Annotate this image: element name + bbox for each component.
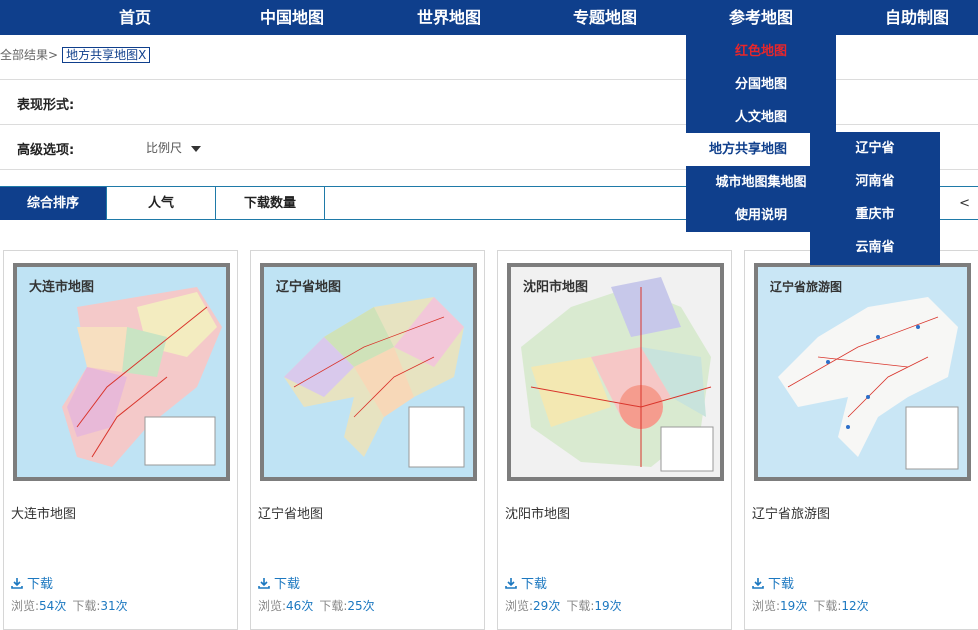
card-title[interactable]: 大连市地图 [11,503,76,522]
downloads-count: 12次 [841,599,869,613]
downloads-count: 19次 [594,599,622,613]
map-card[interactable]: 辽宁省旅游图 辽宁省旅游图 下载 浏览:19次 下载:12次 [744,250,978,630]
menu-humanities-map[interactable]: 人文地图 [686,101,836,134]
nav-china-map[interactable]: 中国地图 [232,0,352,35]
card-stats: 浏览:19次 下载:12次 [752,597,875,614]
breadcrumb-all[interactable]: 全部结果> [0,48,58,62]
download-label: 下载 [27,577,54,592]
downloads-count: 31次 [100,599,128,613]
downloads-label: 下载: [319,599,348,613]
map-image-label: 辽宁省地图 [276,279,341,295]
card-title[interactable]: 辽宁省旅游图 [752,503,830,522]
downloads-label: 下载: [813,599,842,613]
nav-world-map[interactable]: 世界地图 [389,0,509,35]
submenu-henan[interactable]: 河南省 [810,165,940,198]
download-icon [505,578,517,589]
views-count: 29次 [533,599,561,613]
download-link[interactable]: 下载 [505,573,547,592]
views-label: 浏览: [258,599,287,613]
map-image-label: 沈阳市地图 [523,279,588,295]
downloads-count: 25次 [347,599,375,613]
nav-home[interactable]: 首页 [75,0,195,35]
download-label: 下载 [768,577,795,592]
views-label: 浏览: [11,599,40,613]
map-image-label: 大连市地图 [29,279,94,295]
submenu-chongqing[interactable]: 重庆市 [810,198,940,231]
scale-label: 比例尺 [146,141,183,155]
local-shared-submenu: 辽宁省 河南省 重庆市 云南省 [810,132,940,265]
card-stats: 浏览:29次 下载:19次 [505,597,628,614]
nav-reference-map[interactable]: 参考地图 [701,0,821,35]
views-label: 浏览: [505,599,534,613]
views-count: 46次 [286,599,314,613]
map-card[interactable]: 大连市地图 大连市地图 下载 浏览:54次 下载:31次 [3,250,238,630]
menu-local-shared-map[interactable]: 地方共享地图 [686,133,810,166]
download-label: 下载 [521,577,548,592]
form-filter-label: 表现形式: [17,98,75,113]
nav-custom-map[interactable]: 自助制图 [857,0,977,35]
map-thumbnail[interactable]: 沈阳市地图 [507,263,724,481]
map-thumbnail[interactable]: 辽宁省地图 [260,263,477,481]
downloads-label: 下载: [72,599,101,613]
caret-down-icon [191,145,202,152]
submenu-yunnan[interactable]: 云南省 [810,231,940,264]
card-title[interactable]: 辽宁省地图 [258,503,323,522]
download-icon [258,578,270,589]
sort-comprehensive[interactable]: 综合排序 [0,187,107,220]
views-count: 54次 [39,599,67,613]
views-label: 浏览: [752,599,781,613]
map-thumbnail[interactable]: 辽宁省旅游图 [754,263,971,481]
menu-red-map[interactable]: 红色地图 [686,35,836,68]
card-stats: 浏览:54次 下载:31次 [11,597,134,614]
map-image-label: 辽宁省旅游图 [770,279,842,294]
views-count: 19次 [780,599,808,613]
breadcrumb: 全部结果> 地方共享地图X [0,46,151,64]
submenu-liaoning[interactable]: 辽宁省 [810,132,940,165]
prev-page-button[interactable]: < [959,187,970,220]
menu-country-map[interactable]: 分国地图 [686,68,836,101]
download-icon [752,578,764,589]
download-icon [11,578,23,589]
map-thumbnail[interactable]: 大连市地图 [13,263,230,481]
download-link[interactable]: 下载 [11,573,53,592]
sort-downloads[interactable]: 下载数量 [216,187,325,220]
map-card[interactable]: 沈阳市地图 沈阳市地图 下载 浏览:29次 下载:19次 [497,250,732,630]
downloads-label: 下载: [566,599,595,613]
nav-thematic-map[interactable]: 专题地图 [545,0,665,35]
sort-popularity[interactable]: 人气 [107,187,216,220]
download-link[interactable]: 下载 [258,573,300,592]
advanced-filter-label: 高级选项: [17,143,75,158]
card-title[interactable]: 沈阳市地图 [505,503,570,522]
scale-dropdown[interactable]: 比例尺 [146,139,202,156]
map-card[interactable]: 辽宁省地图 辽宁省地图 下载 浏览:46次 下载:25次 [250,250,485,630]
top-nav: 首页 中国地图 世界地图 专题地图 参考地图 自助制图 [0,0,978,35]
card-stats: 浏览:46次 下载:25次 [258,597,381,614]
download-link[interactable]: 下载 [752,573,794,592]
filter-tag[interactable]: 地方共享地图X [62,47,151,63]
download-label: 下载 [274,577,301,592]
